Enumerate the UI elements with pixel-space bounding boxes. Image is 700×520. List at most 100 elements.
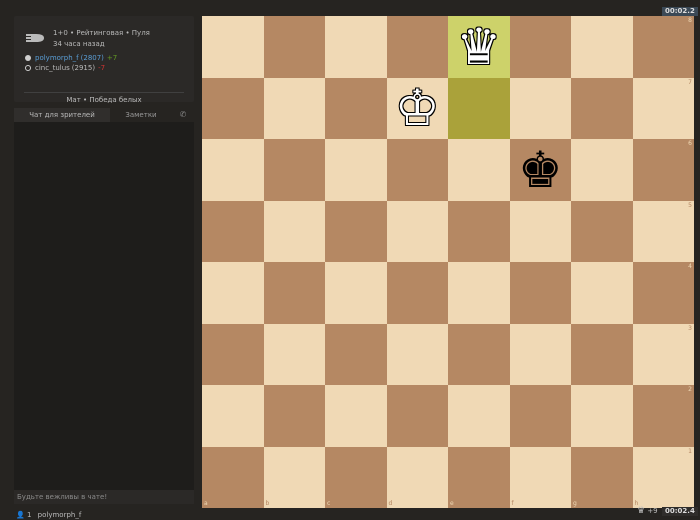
file-label: b (265, 500, 270, 507)
square-f1[interactable]: f (509, 446, 571, 508)
square-b7[interactable] (263, 77, 325, 139)
square-a7[interactable] (202, 77, 264, 139)
square-e7[interactable] (448, 77, 510, 139)
square-a3[interactable] (202, 323, 264, 385)
player-black: cinc_tulus (2915) -7 (25, 63, 117, 73)
material-count: +9 (647, 507, 658, 515)
game-result: Мат • Победа белых (66, 96, 142, 104)
chat-tabs: Чат для зрителей Заметки ✆ (14, 108, 194, 122)
game-info-panel: 1+0 • Рейтинговая • Пуля 34 часа назад p… (14, 16, 194, 104)
square-e6[interactable] (448, 139, 510, 201)
file-label: f (511, 500, 514, 507)
square-c7[interactable] (325, 77, 387, 139)
phone-icon[interactable]: ✆ (172, 108, 194, 122)
square-g8[interactable] (571, 16, 633, 78)
square-f5[interactable] (509, 200, 571, 262)
square-d5[interactable] (386, 200, 448, 262)
square-h6[interactable]: 6 (632, 139, 694, 201)
square-h4[interactable]: 4 (632, 262, 694, 324)
divider (24, 92, 184, 93)
square-a1[interactable]: a (202, 446, 264, 508)
square-d7[interactable]: ♔ (386, 77, 448, 139)
square-b1[interactable]: b (263, 446, 325, 508)
square-b8[interactable] (263, 16, 325, 78)
tab-notes[interactable]: Заметки (110, 108, 172, 122)
square-h8[interactable]: 8 (632, 16, 694, 78)
rank-label: 5 (688, 201, 692, 209)
square-d4[interactable] (386, 262, 448, 324)
square-d8[interactable] (386, 16, 448, 78)
square-d6[interactable] (386, 139, 448, 201)
black-king[interactable]: ♚ (518, 145, 563, 195)
square-b5[interactable] (263, 200, 325, 262)
square-e4[interactable] (448, 262, 510, 324)
player-rating: (2807) (80, 54, 104, 62)
square-c8[interactable] (325, 16, 387, 78)
chat-panel: Чат для зрителей Заметки ✆ Будьте вежлив… (14, 108, 194, 504)
spectator-count: 1 (26, 511, 32, 519)
square-a8[interactable] (202, 16, 264, 78)
square-c1[interactable]: c (325, 446, 387, 508)
square-e5[interactable] (448, 200, 510, 262)
square-d2[interactable] (386, 385, 448, 447)
square-a6[interactable] (202, 139, 264, 201)
square-f4[interactable] (509, 262, 571, 324)
square-b3[interactable] (263, 323, 325, 385)
square-e1[interactable]: e (448, 446, 510, 508)
square-a4[interactable] (202, 262, 264, 324)
square-c6[interactable] (325, 139, 387, 201)
material-diff: ♛ +9 (637, 507, 658, 516)
tab-spectator-chat[interactable]: Чат для зрителей (14, 108, 110, 122)
square-g2[interactable] (571, 385, 633, 447)
square-f8[interactable] (509, 16, 571, 78)
square-b2[interactable] (263, 385, 325, 447)
square-h7[interactable]: 7 (632, 77, 694, 139)
square-a5[interactable] (202, 200, 264, 262)
square-d3[interactable] (386, 323, 448, 385)
square-c5[interactable] (325, 200, 387, 262)
square-h5[interactable]: 5 (632, 200, 694, 262)
square-g6[interactable] (571, 139, 633, 201)
footer-bar: 👤 1 polymorph_f (16, 511, 81, 519)
game-speed: 1+0 • Рейтинговая • Пуля (53, 29, 150, 37)
square-g3[interactable] (571, 323, 633, 385)
square-f7[interactable] (509, 77, 571, 139)
square-g4[interactable] (571, 262, 633, 324)
game-page: 1+0 • Рейтинговая • Пуля 34 часа назад p… (0, 0, 700, 520)
player-clock: 00:02.4 (662, 507, 698, 516)
player-name-link[interactable]: cinc_tulus (35, 63, 70, 73)
square-f3[interactable] (509, 323, 571, 385)
square-g7[interactable] (571, 77, 633, 139)
footer-user[interactable]: polymorph_f (38, 511, 82, 519)
square-g1[interactable]: g (571, 446, 633, 508)
square-h3[interactable]: 3 (632, 323, 694, 385)
player-white: polymorph_f (2807) +7 (25, 53, 117, 63)
square-g5[interactable] (571, 200, 633, 262)
white-dot-icon (25, 55, 31, 61)
square-c2[interactable] (325, 385, 387, 447)
square-f2[interactable] (509, 385, 571, 447)
square-e3[interactable] (448, 323, 510, 385)
square-e8[interactable]: ♛ (448, 16, 510, 78)
black-dot-icon (25, 65, 31, 71)
player-name-link[interactable]: polymorph_f (35, 53, 79, 63)
chat-input[interactable]: Будьте вежливы в чате! (14, 491, 194, 504)
square-e2[interactable] (448, 385, 510, 447)
square-h2[interactable]: 2 (632, 385, 694, 447)
white-queen[interactable]: ♛ (456, 22, 501, 72)
chess-board[interactable]: ♛ 8 ♔ 7 ♚ 6 5 4 3 2 a b c d e f g 1 h (202, 16, 694, 508)
square-b6[interactable] (263, 139, 325, 201)
square-d1[interactable]: d (386, 446, 448, 508)
square-b4[interactable] (263, 262, 325, 324)
rank-label: 6 (688, 140, 692, 147)
square-c4[interactable] (325, 262, 387, 324)
square-f6[interactable]: ♚ (509, 139, 571, 201)
white-king[interactable]: ♔ (395, 83, 440, 133)
square-a2[interactable] (202, 385, 264, 447)
square-c3[interactable] (325, 323, 387, 385)
rank-label: 4 (688, 263, 692, 270)
file-label: d (388, 500, 393, 507)
game-meta: 1+0 • Рейтинговая • Пуля 34 часа назад (53, 28, 150, 50)
rank-label: 3 (688, 324, 692, 332)
square-h1[interactable]: 1h (632, 446, 694, 508)
